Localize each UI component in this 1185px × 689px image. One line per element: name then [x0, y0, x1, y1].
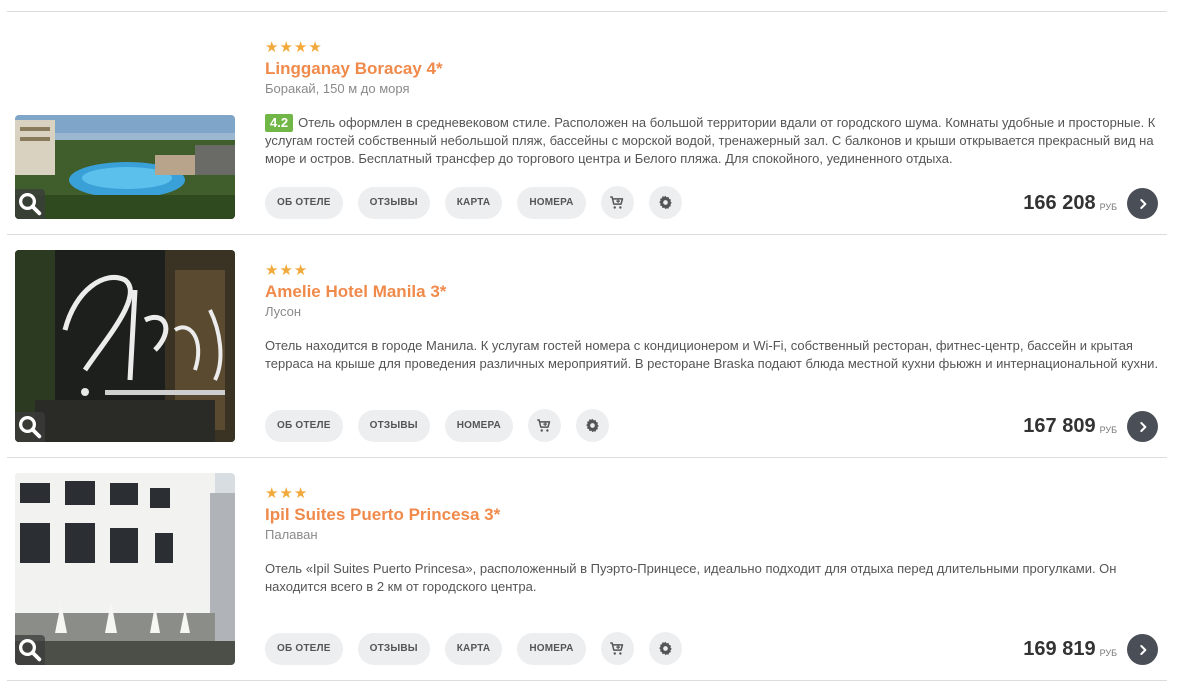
settings-button[interactable] — [575, 409, 609, 442]
cart-icon — [608, 194, 626, 212]
hotel-name[interactable]: Amelie Hotel Manila 3* — [265, 282, 446, 302]
price-block: 166 208 руб — [1023, 188, 1158, 219]
details-button[interactable] — [1127, 188, 1158, 219]
row-divider — [7, 680, 1167, 681]
hotel-location: Палаван — [265, 527, 318, 542]
description-text: Отель оформлен в средневековом стиле. Ра… — [265, 115, 1156, 166]
settings-button[interactable] — [648, 632, 682, 665]
gear-icon — [657, 194, 674, 211]
price-block: 167 809 руб — [1023, 411, 1158, 442]
map-button[interactable]: КАРТА — [444, 632, 503, 665]
chevron-right-icon — [1135, 642, 1151, 658]
currency-label: руб — [1099, 425, 1117, 435]
cart-icon — [535, 417, 553, 435]
rooms-button[interactable]: НОМЕРА — [444, 409, 513, 442]
hotel-description: 4.2 Отель оформлен в средневековом стиле.… — [265, 114, 1160, 168]
action-bar: ОБ ОТЕЛЕ ОТЗЫВЫ НОМЕРА — [265, 409, 609, 442]
hotel-location: Лусон — [265, 304, 302, 319]
chevron-right-icon — [1135, 419, 1151, 435]
hotel-card: ★★★ Amelie Hotel Manila 3* Лусон Отель н… — [0, 235, 1185, 457]
about-button[interactable]: ОБ ОТЕЛЕ — [265, 632, 343, 665]
map-button[interactable]: КАРТА — [444, 186, 503, 219]
search-icon — [15, 635, 45, 665]
rooms-button[interactable]: НОМЕРА — [517, 186, 586, 219]
price-value: 169 819 — [1023, 638, 1096, 660]
details-button[interactable] — [1127, 634, 1158, 665]
star-rating: ★★★★ — [265, 39, 323, 56]
reviews-button[interactable]: ОТЗЫВЫ — [357, 409, 430, 442]
gear-icon — [584, 417, 601, 434]
star-rating: ★★★ — [265, 262, 309, 279]
hotel-card: ★★★★ Lingganay Boracay 4* Боракай, 150 м… — [0, 12, 1185, 234]
about-button[interactable]: ОБ ОТЕЛЕ — [265, 186, 343, 219]
cart-icon — [608, 640, 626, 658]
about-button[interactable]: ОБ ОТЕЛЕ — [265, 409, 343, 442]
star-rating: ★★★ — [265, 485, 309, 502]
hotel-photo[interactable] — [15, 115, 235, 219]
cart-button[interactable] — [527, 409, 561, 442]
action-bar: ОБ ОТЕЛЕ ОТЗЫВЫ КАРТА НОМЕРА — [265, 632, 682, 665]
hotel-photo[interactable] — [15, 250, 235, 442]
settings-button[interactable] — [648, 186, 682, 219]
rooms-button[interactable]: НОМЕРА — [517, 632, 586, 665]
zoom-button[interactable] — [15, 189, 45, 219]
hotel-photo[interactable] — [15, 473, 235, 665]
reviews-button[interactable]: ОТЗЫВЫ — [357, 632, 430, 665]
zoom-button[interactable] — [15, 635, 45, 665]
hotel-name[interactable]: Lingganay Boracay 4* — [265, 59, 443, 79]
hotel-location: Боракай, 150 м до моря — [265, 81, 410, 96]
rating-badge: 4.2 — [265, 114, 294, 132]
details-button[interactable] — [1127, 411, 1158, 442]
price-value: 166 208 — [1023, 192, 1096, 214]
cart-button[interactable] — [600, 186, 634, 219]
gear-icon — [657, 640, 674, 657]
search-icon — [15, 412, 45, 442]
zoom-button[interactable] — [15, 412, 45, 442]
hotel-card: ★★★ Ipil Suites Puerto Princesa 3* Палав… — [0, 458, 1185, 680]
search-icon — [15, 189, 45, 219]
hotel-name[interactable]: Ipil Suites Puerto Princesa 3* — [265, 505, 500, 525]
currency-label: руб — [1099, 648, 1117, 658]
price-value: 167 809 — [1023, 415, 1096, 437]
chevron-right-icon — [1135, 196, 1151, 212]
hotel-description: Отель «Ipil Suites Puerto Princesa», рас… — [265, 561, 1117, 594]
hotel-description: Отель находится в городе Манила. К услуг… — [265, 338, 1159, 371]
price-block: 169 819 руб — [1023, 634, 1158, 665]
action-bar: ОБ ОТЕЛЕ ОТЗЫВЫ КАРТА НОМЕРА — [265, 186, 682, 219]
cart-button[interactable] — [600, 632, 634, 665]
currency-label: руб — [1099, 202, 1117, 212]
reviews-button[interactable]: ОТЗЫВЫ — [357, 186, 430, 219]
